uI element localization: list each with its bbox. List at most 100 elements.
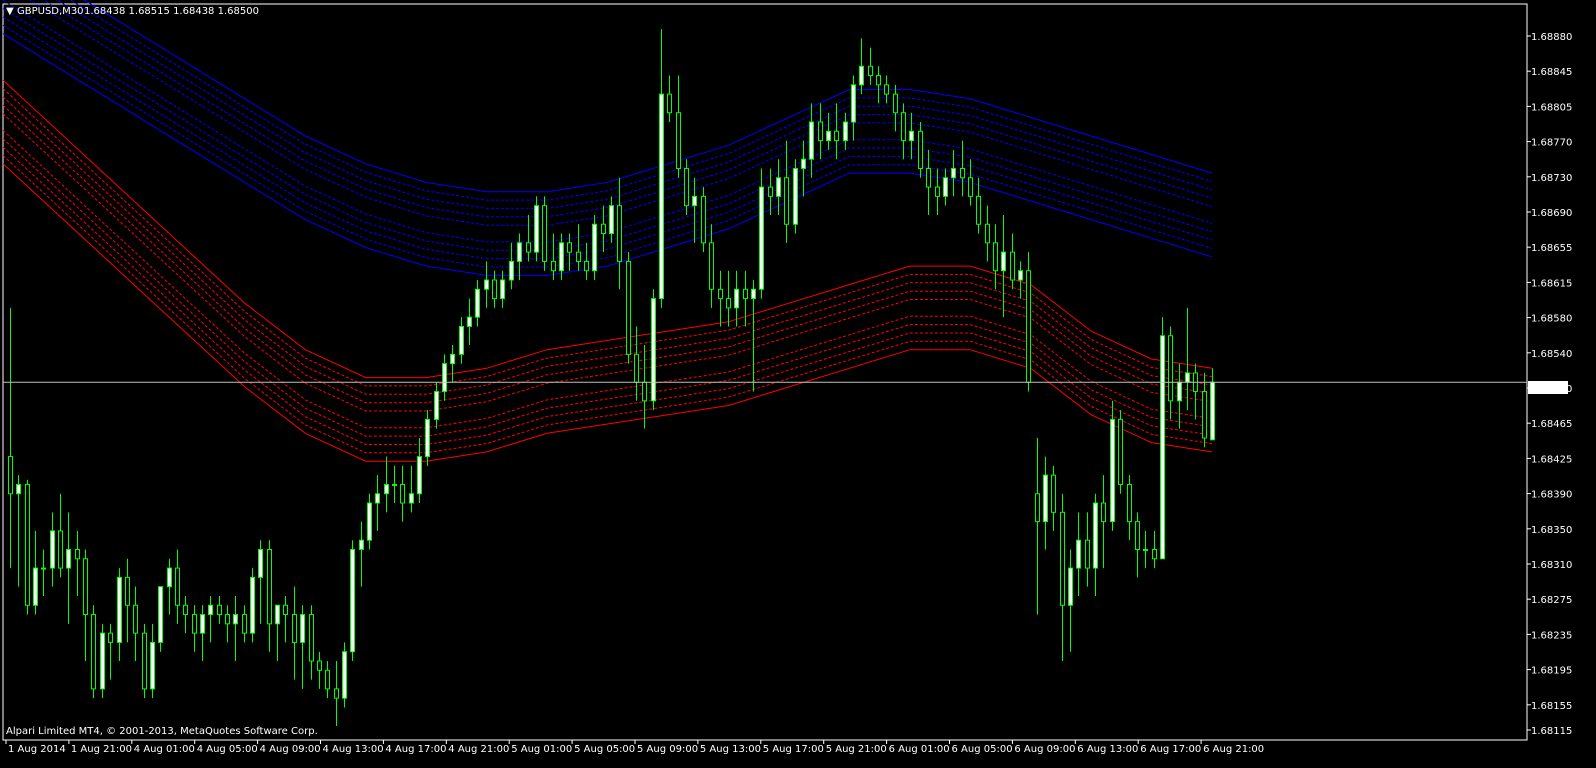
candle-body	[167, 567, 172, 588]
candle-body	[993, 242, 998, 272]
candle-body	[576, 251, 581, 262]
candle-body	[1060, 511, 1065, 606]
candle-body	[734, 288, 739, 309]
y-tick-label: 1.68310	[1531, 560, 1572, 571]
x-tick-label: 5 Aug 13:00	[700, 744, 761, 755]
candle-body	[158, 586, 163, 643]
candle-body	[592, 223, 597, 272]
y-tick-label: 1.68580	[1531, 314, 1572, 325]
candle-body	[868, 65, 873, 77]
x-tick-label: 6 Aug 17:00	[1140, 744, 1201, 755]
envelope-bands	[2, 0, 1213, 462]
candle-body	[584, 260, 589, 272]
upper-envelope-line	[2, 16, 1213, 260]
candle-body	[818, 121, 823, 142]
candle-body	[392, 483, 397, 486]
candle-body	[617, 205, 622, 262]
y-tick-label: 1.68390	[1531, 490, 1572, 501]
x-tick-label: 6 Aug 13:00	[1077, 744, 1138, 755]
candle-body	[1185, 372, 1190, 383]
candle-body	[117, 576, 122, 643]
candle-body	[58, 530, 63, 569]
candle-body	[601, 223, 606, 235]
candle-body	[309, 614, 314, 662]
candle-body	[142, 632, 147, 690]
candle-body	[233, 614, 238, 625]
candle-body	[250, 576, 255, 634]
x-tick-label: 4 Aug 01:00	[134, 744, 195, 755]
candle-body	[659, 93, 664, 300]
candle-body	[1118, 418, 1123, 485]
x-tick-label: 4 Aug 05:00	[197, 744, 258, 755]
candle-body	[409, 493, 414, 504]
y-tick-label: 1.68350	[1531, 525, 1572, 536]
candle-body	[626, 260, 631, 355]
candle-body	[275, 604, 280, 625]
y-tick-label: 1.68425	[1531, 454, 1572, 465]
candle-body	[41, 567, 46, 570]
candle-body	[1168, 335, 1173, 402]
price-chart[interactable]: 1.68880 1.68845 1.68805 1.68770 1.68730 1.686…	[0, 0, 1596, 768]
candle-body	[893, 93, 898, 114]
candle-body	[567, 242, 572, 253]
upper-envelope-line	[83, 0, 1213, 193]
candle-body	[768, 186, 773, 197]
candle-body	[743, 288, 748, 300]
candle-body	[1076, 539, 1081, 569]
candle-body	[242, 614, 247, 634]
candle-body	[208, 604, 213, 616]
x-tick-label: 6 Aug 05:00	[952, 744, 1013, 755]
copyright-text: Alpari Limited MT4, © 2001-2013, MetaQuo…	[6, 726, 318, 737]
candle-body	[192, 614, 197, 634]
candle-body	[526, 242, 531, 253]
candle-body	[551, 260, 556, 272]
candle-body	[1001, 251, 1006, 272]
x-tick-label: 5 Aug 01:00	[511, 744, 572, 755]
candles	[8, 29, 1215, 727]
candle-body	[976, 195, 981, 225]
header-symbol: GBPUSD,M30	[17, 6, 84, 17]
y-tick-label: 1.68235	[1531, 630, 1572, 641]
y-tick-label: 1.68195	[1531, 666, 1572, 677]
candle-body	[951, 167, 956, 179]
header-ohlc: 1.68438 1.68515 1.68438 1.68500	[84, 6, 259, 17]
upper-envelope-line	[2, 8, 1213, 251]
candle-body	[1085, 539, 1090, 569]
candle-body	[1093, 502, 1098, 569]
candle-body	[334, 688, 339, 699]
candle-body	[317, 660, 322, 671]
candle-body	[851, 84, 856, 123]
candle-body	[793, 167, 798, 225]
x-tick-label: 1 Aug 2014	[8, 744, 66, 755]
candle-body	[1035, 493, 1040, 523]
header-arrow-icon[interactable]: ▼	[6, 6, 14, 17]
candle-body	[66, 548, 71, 569]
candle-body	[350, 548, 355, 653]
candle-body	[492, 279, 497, 300]
candle-body	[200, 614, 205, 634]
candle-body	[183, 604, 188, 616]
candle-body	[475, 288, 480, 318]
x-tick-label: 4 Aug 13:00	[323, 744, 384, 755]
candle-body	[709, 242, 714, 290]
y-tick-label: 1.68275	[1531, 595, 1572, 606]
candle-body	[400, 483, 405, 504]
candle-body	[935, 186, 940, 197]
candle-body	[960, 167, 965, 179]
candle-body	[834, 130, 839, 142]
axes: 1.68880 1.68845 1.68805 1.68770 1.68730 1.686…	[3, 32, 1572, 755]
candle-body	[801, 158, 806, 169]
x-tick-label: 6 Aug 21:00	[1203, 744, 1264, 755]
candle-body	[375, 493, 380, 504]
candle-body	[100, 632, 105, 690]
candle-body	[809, 121, 814, 160]
candle-body	[676, 112, 681, 169]
x-tick-label: 4 Aug 21:00	[448, 744, 509, 755]
candle-body	[1143, 548, 1148, 551]
candle-body	[325, 669, 330, 690]
candle-body	[985, 223, 990, 244]
candle-body	[384, 483, 389, 495]
candle-body	[150, 641, 155, 690]
candle-body	[968, 177, 973, 197]
candle-body	[467, 316, 472, 327]
